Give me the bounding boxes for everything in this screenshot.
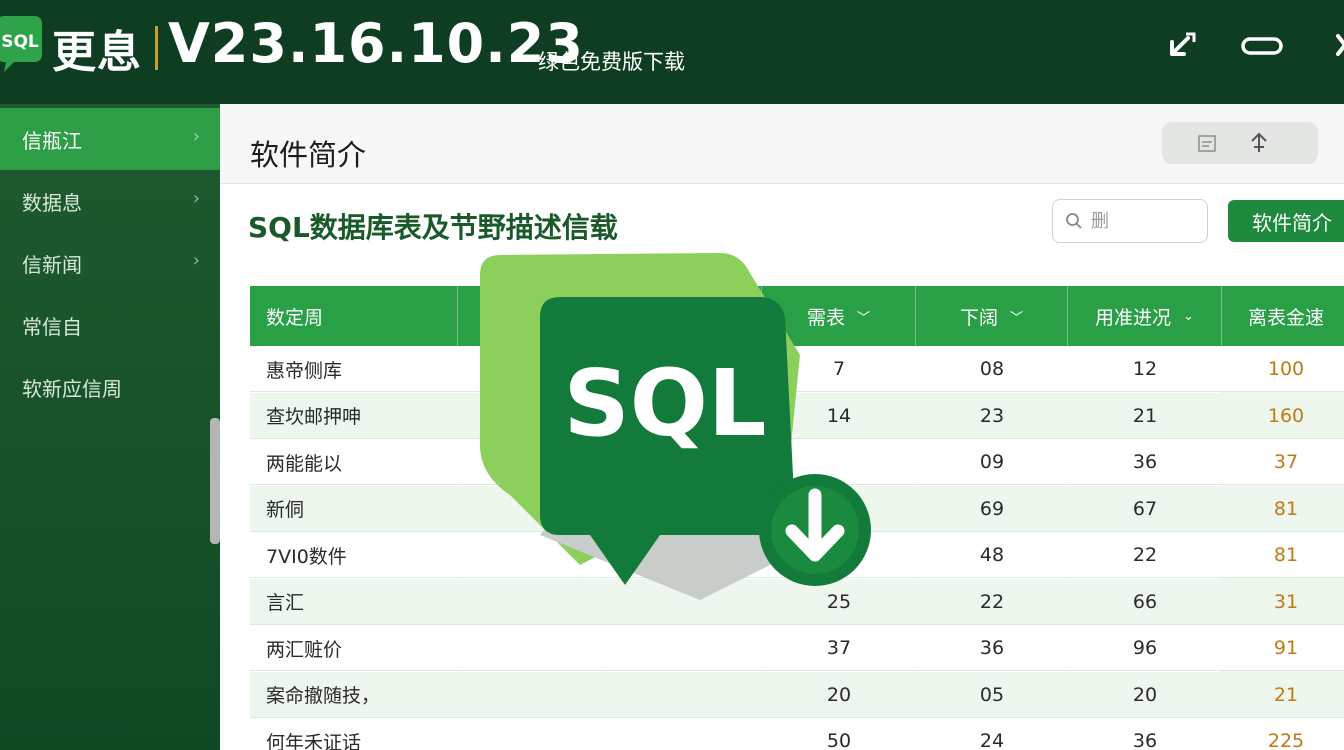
chevron-right-icon: ›	[192, 188, 200, 209]
search-input[interactable]	[1091, 210, 1191, 232]
minimize-icon	[1241, 37, 1283, 55]
table-row[interactable]: 案命撤随技， 20 05 20 21	[250, 671, 1344, 718]
search-icon	[1066, 213, 1082, 229]
chevron-down-icon: ⌄	[1183, 308, 1194, 324]
table-cell-c3: 96	[1132, 637, 1158, 659]
table-cell-c3: 12	[1132, 358, 1158, 380]
table-cell-amount: 160	[1267, 404, 1305, 427]
table-cell-c3: 22	[1132, 544, 1158, 566]
sidebar-item-3[interactable]: 信新闻 ›	[0, 232, 220, 294]
restore-icon	[1170, 32, 1196, 56]
sidebar-scrollbar[interactable]	[210, 418, 220, 544]
column-header-name[interactable]: 数定周	[250, 286, 458, 346]
minimize-window-button[interactable]	[1240, 26, 1284, 66]
search-box	[1052, 199, 1208, 243]
sidebar-item-5[interactable]: 软新应信周	[0, 356, 220, 418]
table-cell-amount: 91	[1273, 637, 1299, 659]
table-cell-c3: 20	[1132, 683, 1158, 706]
close-window-button[interactable]	[1326, 26, 1344, 66]
title-bar: SQL 更息 V23.16.10.23 绿色免费版下载	[0, 0, 1344, 104]
table-cell-name: 查坎邮押呻	[266, 406, 362, 428]
section-title: SQL数据库表及节野描述信载	[248, 211, 618, 244]
table-cell-name: 新侗	[266, 499, 305, 521]
table-cell-amount: 100	[1267, 358, 1305, 380]
table-cell-c2: 22	[979, 590, 1005, 613]
chevron-right-icon: ›	[192, 126, 200, 147]
table-cell-c2: 08	[979, 358, 1005, 380]
table-cell-c1: 20	[826, 683, 852, 706]
sidebar-item-label: 软新应信周	[22, 376, 122, 401]
column-header-5[interactable]: 下阔 ﹀	[916, 286, 1068, 346]
table-cell-c1: 50	[826, 730, 852, 750]
chevron-down-icon: ﹀	[1010, 310, 1024, 326]
table-cell-amount: 81	[1273, 544, 1299, 566]
table-cell-amount: 37	[1273, 451, 1299, 473]
sidebar-item-label: 信新闻	[22, 252, 82, 277]
overlay-logo-text: SQL	[563, 350, 766, 457]
sidebar-item-1[interactable]: 信瓶江 ›	[0, 108, 220, 170]
table-cell-name: 两能能以	[266, 452, 343, 475]
table-cell-c3: 36	[1132, 730, 1158, 750]
sidebar-item-label: 常信自	[22, 314, 82, 339]
table-cell-name: 7VI0数件	[266, 545, 347, 568]
pin-icon[interactable]	[1248, 132, 1270, 154]
app-name: 更息	[52, 27, 142, 78]
table-cell-c3: 21	[1132, 404, 1158, 427]
table-cell-c1: 37	[826, 637, 852, 659]
table-cell-name: 两汇赃价	[266, 638, 343, 661]
table-cell-c3: 67	[1132, 497, 1158, 520]
version-label: V23.16.10.23	[168, 12, 584, 75]
table-cell-c2: 36	[979, 637, 1005, 659]
title-subtitle: 绿色免费版下载	[538, 50, 685, 74]
table-row[interactable]: 何年禾证话 50 24 36 225	[250, 718, 1344, 750]
header-toolbar	[1162, 122, 1318, 164]
column-header-amount[interactable]: 离表金速	[1222, 286, 1344, 346]
table-cell-c2: 69	[979, 497, 1005, 520]
table-cell-name: 惠帝侧库	[266, 359, 343, 382]
svg-text:SQL: SQL	[1, 32, 39, 52]
table-row[interactable]: 两汇赃价 37 36 96 91	[250, 625, 1344, 671]
table-cell-c2: 24	[979, 730, 1005, 750]
table-cell-name: 言汇	[266, 592, 305, 614]
column-header-6[interactable]: 用准进况 ⌄	[1068, 286, 1222, 346]
title-separator	[155, 26, 158, 70]
table-cell-name: 案命撤随技，	[266, 685, 381, 707]
app-logo-icon: SQL	[0, 16, 42, 72]
table-cell-c2: 48	[979, 544, 1005, 566]
table-cell-amount: 225	[1267, 730, 1305, 750]
table-cell-amount: 81	[1273, 497, 1299, 520]
page-title: 软件简介	[250, 138, 367, 172]
restore-window-button[interactable]	[1162, 26, 1202, 66]
table-cell-c2: 09	[979, 451, 1005, 473]
table-cell-c3: 36	[1132, 451, 1158, 473]
sidebar-item-2[interactable]: 数据息 ›	[0, 170, 220, 232]
sidebar: 信瓶江 › 数据息 › 信新闻 › 常信自 软新应信周	[0, 104, 220, 750]
sub-header: 软件简介	[220, 104, 1344, 184]
close-icon	[1336, 34, 1344, 56]
document-icon[interactable]	[1196, 132, 1218, 154]
sidebar-item-4[interactable]: 常信自	[0, 294, 220, 356]
table-cell-amount: 31	[1273, 590, 1299, 613]
intro-button[interactable]: 软件简介	[1228, 200, 1344, 242]
table-cell-name: 何年禾证话	[266, 731, 362, 750]
table-cell-amount: 21	[1273, 683, 1299, 706]
table-cell-c2: 23	[979, 404, 1005, 427]
sidebar-item-label: 信瓶江	[22, 128, 82, 153]
chevron-right-icon: ›	[192, 250, 200, 271]
sidebar-item-label: 数据息	[22, 190, 82, 215]
table-cell-c2: 05	[979, 683, 1005, 706]
table-cell-c3: 66	[1132, 590, 1158, 613]
sql-download-logo: SQL	[480, 253, 871, 600]
